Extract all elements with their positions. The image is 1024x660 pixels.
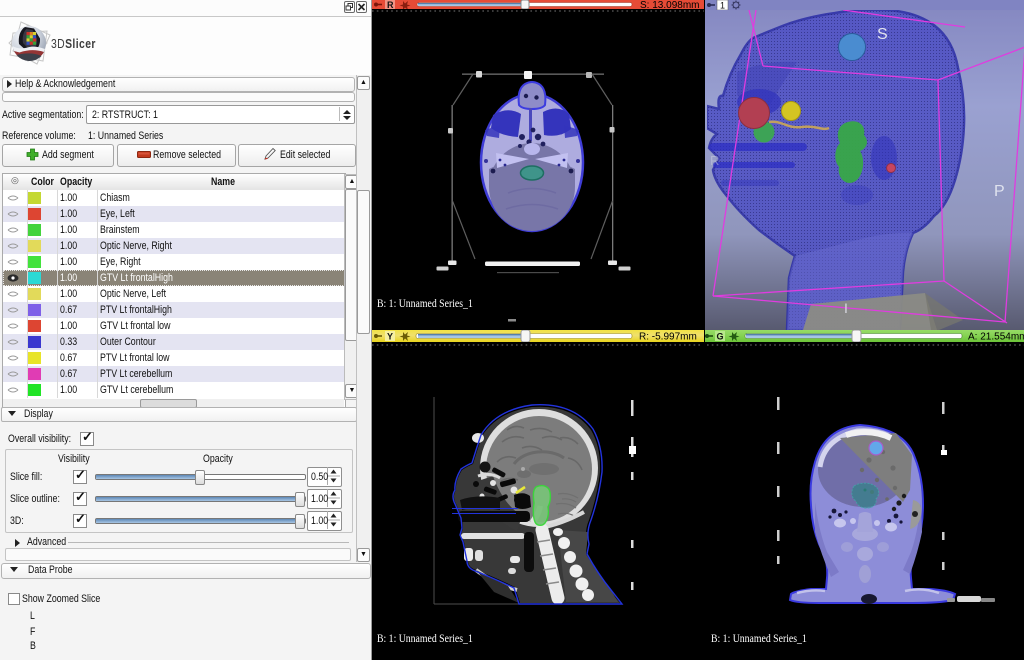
svg-text:S: 13.098mm: S: 13.098mm [640,0,699,9]
svg-text:A: 21.554mm: A: 21.554mm [968,332,1024,343]
svg-text:Y: Y [387,332,393,342]
svg-text:R: R [710,153,719,168]
svg-text:R: R [387,0,394,9]
svg-text:G: G [717,332,724,342]
svg-text:I: I [844,300,848,316]
svg-text:P: P [994,183,1005,200]
svg-text:S: S [877,26,888,43]
svg-text:R: -5.997mm: R: -5.997mm [639,332,697,343]
svg-text:1: 1 [720,1,725,11]
